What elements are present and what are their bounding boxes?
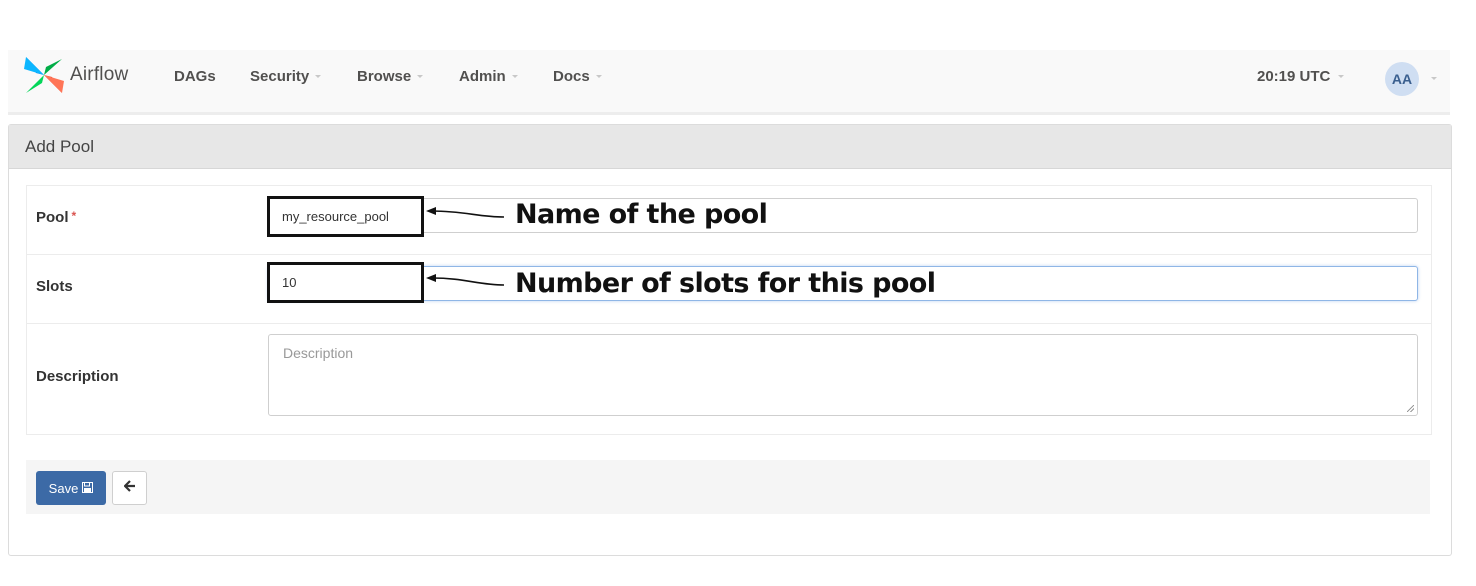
annotation-arrow-pool bbox=[426, 207, 505, 218]
nav-admin[interactable]: Admin bbox=[459, 68, 518, 85]
panel-title: Add Pool bbox=[9, 125, 1451, 169]
top-navbar: Airflow DAGs Security Browse Admin Docs … bbox=[8, 50, 1450, 115]
nav-dags[interactable]: DAGs bbox=[174, 68, 216, 85]
nav-docs-label: Docs bbox=[553, 68, 590, 85]
save-button[interactable]: Save bbox=[36, 471, 106, 505]
slots-value[interactable]: 10 bbox=[267, 262, 424, 303]
save-button-label: Save bbox=[48, 480, 79, 496]
floppy-disk-icon bbox=[82, 481, 94, 496]
annotation-arrow-slots bbox=[426, 274, 505, 286]
timezone-clock[interactable]: 20:19 UTC bbox=[1257, 68, 1345, 85]
arrow-left-icon bbox=[123, 479, 136, 497]
caret-down-icon bbox=[1338, 75, 1345, 78]
form-actions: Save bbox=[26, 460, 1430, 514]
caret-down-icon bbox=[595, 75, 602, 78]
pool-label-group: Pool * bbox=[36, 209, 76, 226]
description-placeholder: Description bbox=[283, 345, 354, 361]
brand-name: Airflow bbox=[70, 64, 129, 85]
description-textarea[interactable]: Description bbox=[268, 334, 1418, 416]
user-avatar[interactable]: AA bbox=[1385, 62, 1419, 96]
caret-down-icon bbox=[315, 75, 322, 78]
pool-label: Pool bbox=[36, 209, 69, 226]
airflow-pinwheel-icon bbox=[22, 53, 66, 97]
back-button[interactable] bbox=[112, 471, 147, 505]
annotation-pool-text: Name of the pool bbox=[515, 199, 768, 230]
nav-admin-label: Admin bbox=[459, 68, 506, 85]
nav-security[interactable]: Security bbox=[250, 68, 322, 85]
caret-down-icon[interactable] bbox=[1431, 77, 1437, 80]
resize-handle-icon[interactable] bbox=[1407, 405, 1414, 412]
nav-browse[interactable]: Browse bbox=[357, 68, 424, 85]
annotation-slots-text: Number of slots for this pool bbox=[515, 268, 936, 299]
clock-label: 20:19 UTC bbox=[1257, 68, 1331, 85]
required-marker: * bbox=[71, 209, 77, 223]
nav-browse-label: Browse bbox=[357, 68, 412, 85]
nav-dags-label: DAGs bbox=[174, 68, 216, 85]
brand[interactable]: Airflow bbox=[22, 53, 128, 97]
caret-down-icon bbox=[417, 75, 424, 78]
nav-docs[interactable]: Docs bbox=[553, 68, 602, 85]
description-label: Description bbox=[36, 368, 119, 385]
add-pool-panel: Add Pool Pool * Slots Description Descrip… bbox=[8, 124, 1452, 556]
form-row-description: Description Description bbox=[27, 324, 1431, 434]
slots-label: Slots bbox=[36, 278, 73, 295]
caret-down-icon bbox=[511, 75, 518, 78]
nav-security-label: Security bbox=[250, 68, 310, 85]
pool-name-value[interactable]: my_resource_pool bbox=[267, 196, 424, 237]
